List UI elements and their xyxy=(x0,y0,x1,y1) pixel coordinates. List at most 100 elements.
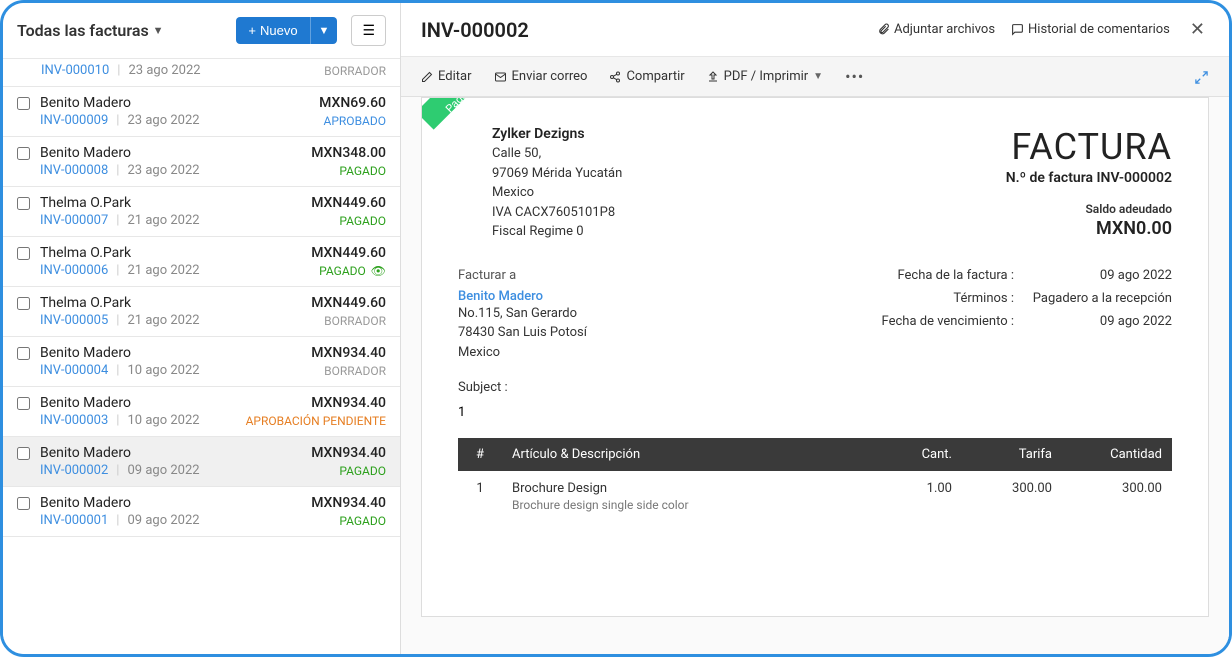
invoice-id[interactable]: INV-000007 xyxy=(40,213,108,228)
row-checkbox[interactable] xyxy=(17,297,30,310)
col-rate: Tarifa xyxy=(962,438,1062,471)
status-badge: PAGADO 👁 xyxy=(319,264,386,278)
ribbon-wrap: Pagado xyxy=(422,98,508,184)
invoice-date: 10 ago 2022 xyxy=(127,363,199,378)
invoice-amount: MXN934.40 xyxy=(311,495,386,511)
pdf-label: PDF / Imprimir xyxy=(724,69,809,84)
share-button[interactable]: Compartir xyxy=(609,69,684,84)
expand-button[interactable] xyxy=(1194,68,1209,86)
list-item[interactable]: Benito Madero MXN934.40 INV-000002 | 09 … xyxy=(3,437,400,487)
subject-value: 1 xyxy=(458,405,1172,420)
company-line: Mexico xyxy=(492,183,622,203)
invoice-amount: MXN449.60 xyxy=(311,245,386,261)
row-checkbox[interactable] xyxy=(17,97,30,110)
list-item[interactable]: Benito Madero MXN934.40 INV-000001 | 09 … xyxy=(3,487,400,537)
row-checkbox[interactable] xyxy=(17,147,30,160)
customer-name: Benito Madero xyxy=(40,95,131,111)
send-email-button[interactable]: Enviar correo xyxy=(494,69,588,84)
invoice-id[interactable]: INV-000001 xyxy=(40,513,108,528)
invoice-meta: Fecha de la factura : 09 ago 2022 Términ… xyxy=(882,268,1172,363)
customer-name: Thelma O.Park xyxy=(40,295,131,311)
status-badge: BORRADOR xyxy=(324,64,386,78)
attach-files-button[interactable]: Adjuntar archivos xyxy=(877,22,995,37)
invoice-amount: MXN934.40 xyxy=(311,445,386,461)
list-item[interactable]: Benito Madero MXN69.60 INV-000009 | 23 a… xyxy=(3,87,400,137)
bill-to-label: Facturar a xyxy=(458,268,882,283)
row-checkbox[interactable] xyxy=(17,197,30,210)
invoice-amount: MXN348.00 xyxy=(311,145,386,161)
doc-head-right: FACTURA N.º de factura INV-000002 Saldo … xyxy=(1006,126,1172,242)
invoice-date: 21 ago 2022 xyxy=(127,213,199,228)
due-date-label: Fecha de vencimiento : xyxy=(882,314,1014,331)
invoice-date: 10 ago 2022 xyxy=(127,413,199,428)
subject-label: Subject : xyxy=(458,380,1172,395)
invoice-id[interactable]: INV-000008 xyxy=(40,163,108,178)
customer-name: Benito Madero xyxy=(40,345,131,361)
hamburger-button[interactable]: ☰ xyxy=(351,15,386,46)
item-qty: 1.00 xyxy=(882,471,962,522)
detail-header-actions: Adjuntar archivos Historial de comentari… xyxy=(877,15,1209,44)
invoice-id[interactable]: INV-000009 xyxy=(40,113,108,128)
col-num: # xyxy=(458,438,502,471)
separator: | xyxy=(116,313,119,328)
comments-history-button[interactable]: Historial de comentarios xyxy=(1011,22,1170,37)
invoice-date: 09 ago 2022 xyxy=(127,463,199,478)
company-line: Calle 50, xyxy=(492,144,622,164)
list-item[interactable]: Benito Madero MXN934.40 INV-000004 | 10 … xyxy=(3,337,400,387)
list-item[interactable]: Benito Madero MXN934.40 INV-000003 | 10 … xyxy=(3,387,400,437)
paperclip-icon xyxy=(877,22,890,37)
row-checkbox[interactable] xyxy=(17,347,30,360)
more-button[interactable]: ••• xyxy=(845,67,864,86)
list-item[interactable]: Thelma O.Park MXN449.60 INV-000006 | 21 … xyxy=(3,237,400,287)
filter-dropdown[interactable]: Todas las facturas ▼ xyxy=(17,21,164,40)
bill-to-block: Facturar a Benito Madero No.115, San Ger… xyxy=(458,268,882,363)
share-icon xyxy=(609,69,621,84)
invoice-id[interactable]: INV-000002 xyxy=(40,463,108,478)
invoice-amount: MXN934.40 xyxy=(311,395,386,411)
row-checkbox[interactable] xyxy=(17,447,30,460)
status-badge: PAGADO xyxy=(339,464,386,478)
separator: | xyxy=(116,163,119,178)
customer-name: Thelma O.Park xyxy=(40,195,131,211)
close-button[interactable]: ✕ xyxy=(1186,15,1209,44)
pdf-print-button[interactable]: PDF / Imprimir ▼ xyxy=(707,69,823,84)
company-block: Zylker Dezigns Calle 50, 97069 Mérida Yu… xyxy=(492,126,622,242)
bill-to-name[interactable]: Benito Madero xyxy=(458,289,882,304)
invoice-id[interactable]: INV-000004 xyxy=(40,363,108,378)
detail-toolbar: Editar Enviar correo Compartir PDF / Imp… xyxy=(401,57,1229,97)
invoice-id[interactable]: INV-000010 xyxy=(41,63,109,78)
invoice-date: 23 ago 2022 xyxy=(127,163,199,178)
list-item[interactable]: Thelma O.Park MXN449.60 INV-000005 | 21 … xyxy=(3,287,400,337)
status-badge: BORRADOR xyxy=(324,364,386,378)
row-checkbox[interactable] xyxy=(17,497,30,510)
invoice-list[interactable]: INV-000010 | 23 ago 2022 BORRADOR Benito… xyxy=(3,59,400,654)
detail-title: INV-000002 xyxy=(421,18,529,42)
invoice-date: 21 ago 2022 xyxy=(127,263,199,278)
table-header-row: # Artículo & Descripción Cant. Tarifa Ca… xyxy=(458,438,1172,471)
company-name: Zylker Dezigns xyxy=(492,126,622,142)
pencil-icon xyxy=(421,69,433,84)
invoice-document-wrap[interactable]: Pagado Zylker Dezigns Calle 50, 97069 Mé… xyxy=(401,97,1229,654)
separator: | xyxy=(116,413,119,428)
new-button[interactable]: + Nuevo xyxy=(236,17,309,44)
invoice-date-label: Fecha de la factura : xyxy=(884,268,1014,283)
invoice-id[interactable]: INV-000006 xyxy=(40,263,108,278)
new-button-label: Nuevo xyxy=(260,23,298,38)
list-item[interactable]: Benito Madero MXN348.00 INV-000008 | 23 … xyxy=(3,137,400,187)
line-items-table: # Artículo & Descripción Cant. Tarifa Ca… xyxy=(458,438,1172,522)
separator: | xyxy=(117,63,120,78)
new-button-dropdown[interactable]: ▼ xyxy=(310,17,338,44)
comments-label: Historial de comentarios xyxy=(1028,22,1170,37)
status-badge: APROBADO xyxy=(324,114,386,128)
list-item[interactable]: Thelma O.Park MXN449.60 INV-000007 | 21 … xyxy=(3,187,400,237)
bill-to-line: 78430 San Luis Potosí xyxy=(458,323,882,343)
list-item[interactable]: INV-000010 | 23 ago 2022 BORRADOR xyxy=(3,59,400,87)
row-checkbox[interactable] xyxy=(17,397,30,410)
invoice-id[interactable]: INV-000005 xyxy=(40,313,108,328)
row-checkbox[interactable] xyxy=(17,247,30,260)
status-badge: PAGADO xyxy=(339,164,386,178)
invoice-date: 23 ago 2022 xyxy=(127,113,199,128)
invoice-date: 21 ago 2022 xyxy=(127,313,199,328)
invoice-id[interactable]: INV-000003 xyxy=(40,413,108,428)
edit-button[interactable]: Editar xyxy=(421,69,472,84)
